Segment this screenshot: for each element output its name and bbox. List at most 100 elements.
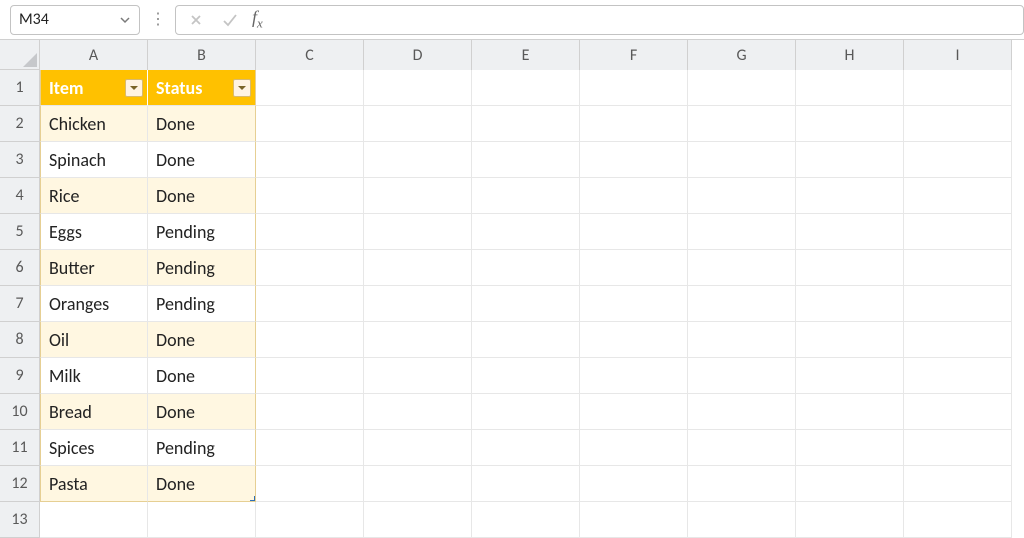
- cell[interactable]: Pending: [148, 286, 256, 322]
- row-header[interactable]: 13: [0, 502, 39, 538]
- row-header[interactable]: 4: [0, 178, 39, 214]
- column-header[interactable]: G: [688, 40, 796, 70]
- cell[interactable]: [580, 358, 688, 394]
- row-header[interactable]: 3: [0, 142, 39, 178]
- cell[interactable]: [688, 430, 796, 466]
- row-header[interactable]: 8: [0, 322, 39, 358]
- cell[interactable]: [796, 502, 904, 538]
- cell[interactable]: [688, 70, 796, 106]
- cancel-formula-button[interactable]: [184, 8, 208, 32]
- cell[interactable]: [364, 250, 472, 286]
- cell[interactable]: [256, 178, 364, 214]
- cell[interactable]: [472, 106, 580, 142]
- cell[interactable]: [688, 322, 796, 358]
- cell[interactable]: [904, 70, 1012, 106]
- column-header[interactable]: C: [256, 40, 364, 70]
- row-header[interactable]: 2: [0, 106, 39, 142]
- cell[interactable]: [688, 214, 796, 250]
- cell[interactable]: [472, 250, 580, 286]
- cell[interactable]: [904, 358, 1012, 394]
- cell[interactable]: [580, 178, 688, 214]
- cell[interactable]: [796, 430, 904, 466]
- cell[interactable]: Done: [148, 466, 256, 502]
- cell[interactable]: Bread: [40, 394, 148, 430]
- cell[interactable]: Status: [148, 70, 256, 106]
- cell[interactable]: [904, 286, 1012, 322]
- column-header[interactable]: H: [796, 40, 904, 70]
- cell[interactable]: [688, 502, 796, 538]
- cell[interactable]: [796, 142, 904, 178]
- cell[interactable]: Done: [148, 142, 256, 178]
- cell[interactable]: [580, 322, 688, 358]
- cell[interactable]: Pending: [148, 430, 256, 466]
- cell[interactable]: [472, 214, 580, 250]
- cell[interactable]: [256, 466, 364, 502]
- spreadsheet-grid[interactable]: ABCDEFGHI 12345678910111213 ItemStatusCh…: [0, 40, 1024, 538]
- cell[interactable]: [364, 178, 472, 214]
- cell[interactable]: [256, 394, 364, 430]
- cell[interactable]: [472, 178, 580, 214]
- cell[interactable]: [256, 70, 364, 106]
- cell[interactable]: [472, 70, 580, 106]
- cell[interactable]: [688, 142, 796, 178]
- cell[interactable]: [364, 466, 472, 502]
- row-header[interactable]: 11: [0, 430, 39, 466]
- cell[interactable]: [796, 106, 904, 142]
- cell[interactable]: [364, 286, 472, 322]
- cell[interactable]: [688, 466, 796, 502]
- column-header[interactable]: E: [472, 40, 580, 70]
- chevron-down-icon[interactable]: [119, 14, 131, 26]
- cell[interactable]: [688, 178, 796, 214]
- cell[interactable]: [688, 358, 796, 394]
- cell[interactable]: [796, 394, 904, 430]
- cell[interactable]: [256, 214, 364, 250]
- cell[interactable]: [256, 286, 364, 322]
- cell[interactable]: [796, 250, 904, 286]
- cell[interactable]: Done: [148, 106, 256, 142]
- cell[interactable]: [688, 106, 796, 142]
- cell[interactable]: [904, 106, 1012, 142]
- cell[interactable]: [796, 178, 904, 214]
- cell[interactable]: Done: [148, 394, 256, 430]
- cell[interactable]: [364, 214, 472, 250]
- cell[interactable]: Eggs: [40, 214, 148, 250]
- cell[interactable]: [904, 430, 1012, 466]
- cell[interactable]: [472, 430, 580, 466]
- cell[interactable]: [472, 358, 580, 394]
- cell[interactable]: [256, 106, 364, 142]
- row-header[interactable]: 1: [0, 70, 39, 106]
- cell[interactable]: [256, 502, 364, 538]
- cell[interactable]: [796, 286, 904, 322]
- cell[interactable]: [364, 322, 472, 358]
- cell[interactable]: [904, 178, 1012, 214]
- cell[interactable]: [580, 286, 688, 322]
- name-box[interactable]: M34: [10, 5, 140, 35]
- row-header[interactable]: 10: [0, 394, 39, 430]
- select-all-triangle[interactable]: [0, 40, 40, 70]
- cell[interactable]: [904, 214, 1012, 250]
- table-resize-handle[interactable]: [247, 493, 255, 501]
- cell[interactable]: Item: [40, 70, 148, 106]
- cell[interactable]: [688, 394, 796, 430]
- row-header[interactable]: 6: [0, 250, 39, 286]
- cell[interactable]: [364, 430, 472, 466]
- cell[interactable]: [364, 106, 472, 142]
- cell[interactable]: Spices: [40, 430, 148, 466]
- cell[interactable]: [364, 502, 472, 538]
- cell[interactable]: Milk: [40, 358, 148, 394]
- cell[interactable]: [472, 286, 580, 322]
- formula-input[interactable]: [273, 10, 1015, 30]
- cell[interactable]: [796, 322, 904, 358]
- cell[interactable]: [580, 502, 688, 538]
- cell[interactable]: [688, 286, 796, 322]
- row-header[interactable]: 12: [0, 466, 39, 502]
- cell[interactable]: [580, 394, 688, 430]
- cell[interactable]: [256, 430, 364, 466]
- cell[interactable]: Oranges: [40, 286, 148, 322]
- cell[interactable]: [40, 502, 148, 538]
- cell[interactable]: [796, 466, 904, 502]
- cell[interactable]: Done: [148, 178, 256, 214]
- cell[interactable]: [796, 70, 904, 106]
- cell[interactable]: [904, 250, 1012, 286]
- cell[interactable]: [472, 142, 580, 178]
